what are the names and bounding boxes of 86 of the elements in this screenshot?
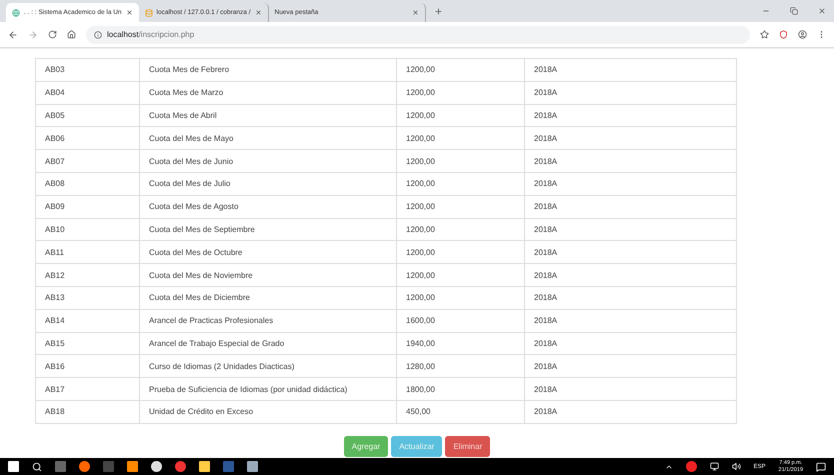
close-icon[interactable] (126, 9, 133, 16)
table-cell-text: AB13 (44, 292, 66, 304)
shield-icon[interactable] (779, 30, 788, 39)
table-cell: 2018A (524, 264, 736, 286)
table-cell-text: AB05 (44, 110, 66, 122)
table-cell-text: AB17 (44, 384, 66, 396)
address-field[interactable]: localhost/inscripcion.php (86, 26, 750, 44)
table-cell: 1200,00 (396, 196, 524, 218)
table-cell: 1200,00 (396, 241, 524, 264)
table-cell: Curso de Idiomas (2 Unidades Diacticas) (139, 355, 396, 378)
close-icon[interactable] (412, 9, 420, 16)
table-cell: 2018A (524, 172, 736, 195)
star-icon[interactable] (760, 30, 769, 39)
table-cell: 2018A (524, 150, 736, 172)
search-icon[interactable] (32, 462, 42, 472)
table-cell: 2018A (524, 332, 736, 354)
close-icon[interactable] (818, 7, 826, 15)
table-cell-text: AB14 (44, 315, 66, 328)
table-cell: Cuota Mes de Marzo (139, 82, 396, 104)
table-cell: Cuota Mes de Abril (139, 104, 396, 126)
table-cell-text: AB11 (44, 246, 65, 259)
table-cell-text: AB07 (44, 156, 66, 168)
reload-icon[interactable] (48, 30, 57, 39)
table-cell: 1200,00 (396, 172, 524, 195)
table-cell-text: AB04 (44, 87, 66, 100)
table-cell: Prueba de Suficiencia de Idiomas (por unidad didáctica) (139, 378, 396, 400)
table-cell: Cuota del Mes de Diciembre (139, 286, 396, 309)
table-cell: Cuota del Mes de Noviembre (139, 264, 396, 286)
table-cell-text: AB15 (44, 338, 66, 350)
table-cell-text: AB09 (44, 201, 66, 214)
profile-icon[interactable] (798, 30, 807, 39)
globe-icon (12, 8, 20, 16)
table-cell: 2018A (524, 400, 736, 423)
home-icon[interactable] (67, 30, 76, 39)
table-cell: 1200,00 (396, 59, 524, 81)
table-cell: 1940,00 (396, 332, 524, 354)
table-cell: Cuota del Mes de Agosto (139, 196, 396, 218)
volume-icon[interactable] (732, 462, 741, 471)
table-cell: Cuota del Mes de Julio (139, 172, 396, 195)
table-cell-text: AB08 (44, 178, 66, 190)
table-cell: Cuota del Mes de Junio (139, 150, 396, 172)
table-cell: 2018A (524, 378, 736, 400)
table-cell-text: AB12 (44, 270, 66, 282)
network-icon[interactable] (710, 462, 719, 471)
table-cell: Arancel de Practicas Profesionales (139, 310, 396, 332)
back-icon[interactable] (8, 30, 18, 40)
table-cell: 1800,00 (396, 378, 524, 400)
table-cell: 1200,00 (396, 218, 524, 240)
notification-icon[interactable] (816, 462, 826, 472)
table-cell: 1200,00 (396, 82, 524, 104)
new-tab-icon[interactable] (434, 6, 444, 16)
table-cell: 450,00 (396, 400, 524, 423)
table-cell-text: AB03 (44, 64, 66, 76)
table-cell: 2018A (524, 104, 736, 126)
table-cell: 1200,00 (396, 264, 524, 286)
table-cell: 1280,00 (396, 355, 524, 378)
table-cell: 2018A (524, 59, 736, 81)
table-cell: 2018A (524, 218, 736, 240)
table-cell: 2018A (524, 241, 736, 264)
table-cell: Unidad de Crédito en Exceso (139, 400, 396, 423)
table-cell-text: AB06 (44, 132, 66, 145)
table-cell: 1200,00 (396, 286, 524, 309)
table-cell: Arancel de Trabajo Especial de Grado (139, 332, 396, 354)
close-icon[interactable] (254, 9, 262, 16)
table-cell: 2018A (524, 82, 736, 104)
table-cell: 1600,00 (396, 310, 524, 332)
table-cell: 1200,00 (396, 127, 524, 150)
table-cell-text: AB16 (44, 360, 66, 373)
app-tray-icon[interactable] (686, 461, 697, 472)
table-cell: 1200,00 (396, 150, 524, 172)
table-cell: Cuota del Mes de Octubre (139, 241, 396, 264)
restore-icon[interactable] (790, 7, 798, 15)
table-cell: 1200,00 (396, 104, 524, 126)
table-cell: 2018A (524, 196, 736, 218)
table-cell: 2018A (524, 286, 736, 309)
table-cell: 2018A (524, 127, 736, 150)
table-cell-text: AB18 (44, 406, 66, 418)
table-cell: 2018A (524, 355, 736, 378)
database-icon (144, 8, 153, 16)
info-icon (94, 30, 102, 38)
table-cell-text: AB10 (44, 224, 66, 236)
table-cell: Cuota del Mes de Mayo (139, 127, 396, 150)
table-cell: Cuota Mes de Febrero (139, 59, 396, 81)
app-icon[interactable] (151, 461, 162, 472)
table-cell: Cuota del Mes de Septiembre (139, 218, 396, 240)
table-cell: 2018A (524, 310, 736, 332)
